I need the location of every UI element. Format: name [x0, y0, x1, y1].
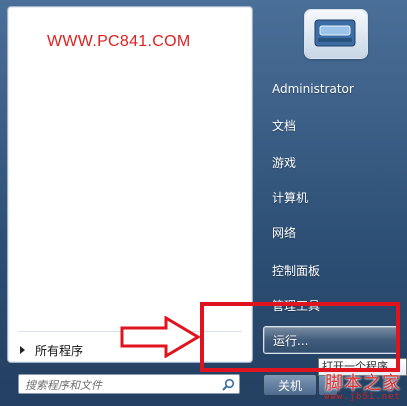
shutdown-label: 关机	[277, 378, 302, 393]
computer-label: 计算机	[272, 190, 309, 205]
network-label: 网络	[272, 225, 297, 240]
start-menu: WWW.PC841.COM 所有程序 Administrator 文档 游戏	[0, 0, 407, 406]
shutdown-button[interactable]: 关机	[263, 374, 317, 396]
control-panel-label: 控制面板	[272, 263, 321, 278]
annotation-arrow-icon	[120, 316, 201, 358]
games-link[interactable]: 游戏	[263, 149, 399, 175]
user-account-link[interactable]: Administrator	[263, 76, 399, 102]
documents-link[interactable]: 文档	[263, 112, 399, 138]
user-account-label: Administrator	[272, 82, 354, 96]
search-icon[interactable]	[221, 377, 235, 396]
documents-label: 文档	[272, 118, 297, 133]
right-arrow-icon	[20, 346, 25, 354]
site-logo: 脚本之家 www.jb51.net	[324, 375, 401, 402]
search-box[interactable]	[18, 374, 240, 394]
site-logo-domain: www.jb51.net	[323, 392, 401, 402]
user-picture-icon[interactable]	[305, 10, 367, 58]
computer-link[interactable]: 计算机	[263, 184, 399, 210]
annotation-frame	[200, 302, 400, 372]
search-input[interactable]	[23, 376, 217, 394]
site-logo-text: 脚本之家	[325, 373, 401, 394]
control-panel-link[interactable]: 控制面板	[263, 257, 399, 283]
network-link[interactable]: 网络	[263, 219, 399, 245]
all-programs-label: 所有程序	[35, 343, 84, 358]
games-label: 游戏	[272, 155, 297, 170]
watermark-text: WWW.PC841.COM	[47, 33, 191, 50]
